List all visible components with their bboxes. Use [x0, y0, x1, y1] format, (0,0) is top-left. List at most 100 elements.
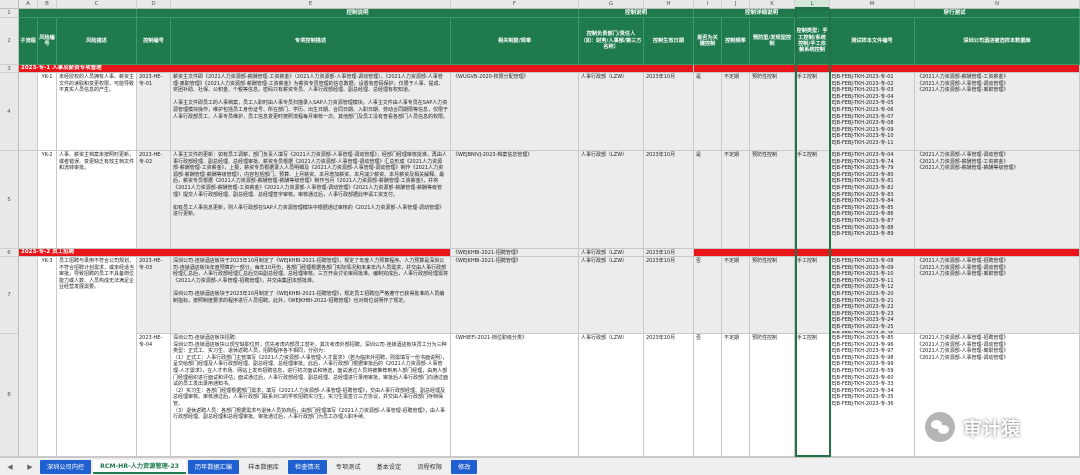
cell-dept[interactable]: 人事行政部（LZW） [579, 151, 644, 249]
cell-dept[interactable]: 人事行政部（LZW） [579, 257, 644, 334]
cell-manual-type[interactable]: 手工控制 [795, 73, 830, 151]
col-control-no[interactable]: 控制编号 [137, 18, 171, 65]
column-header-e[interactable]: E [171, 0, 451, 9]
row-header-3[interactable]: 3 [0, 65, 19, 73]
cell-key-control[interactable]: 是 [694, 151, 722, 249]
cell-manual-type[interactable]: 手工控制 [795, 151, 830, 249]
cell-date[interactable]: 2023年10月 [644, 151, 694, 249]
cell-control-type[interactable]: 预防性控制 [750, 73, 795, 151]
prev-sheet-icon[interactable]: ◀ [7, 463, 12, 471]
cell-risk-desc[interactable]: 人事、薪资主档案未按照时更新，或者错误、变更缺乏有效主档文件和流转审批。 [57, 151, 137, 249]
section-2-dept[interactable]: 人事行政部（LZW） [579, 249, 644, 257]
header-blank-left[interactable] [19, 9, 137, 18]
col-risk-desc[interactable]: 风险描述 [57, 18, 137, 65]
col-sub-process[interactable]: 子流程 [19, 18, 38, 65]
column-header-l[interactable]: L [795, 0, 830, 9]
col-control-type[interactable]: 预防型/发现型控制 [750, 18, 795, 65]
row-header-5[interactable]: 5 [0, 151, 19, 249]
tab-shenzhen-internal-control[interactable]: 深圳公司内控 [40, 459, 92, 474]
row-header-4[interactable]: 4 [0, 73, 19, 151]
cell-test-docs[interactable]: EJB-FEBJ-TKH-2023-专-01 EJB-FEBJ-TKH-2023… [830, 73, 915, 151]
column-header-i[interactable]: I [694, 0, 722, 9]
cell-date[interactable]: 2023年10月 [644, 257, 694, 334]
cell-risk-no[interactable]: YK-3 [38, 257, 57, 457]
tab-modify[interactable]: 修改 [451, 459, 478, 474]
row-header-8[interactable]: 8 [0, 334, 19, 457]
column-header-h[interactable]: H [644, 0, 694, 9]
cell-a5[interactable] [19, 151, 38, 249]
cell-a4[interactable] [19, 73, 38, 151]
col-control-activity[interactable]: 专项控制描述 [171, 18, 451, 65]
cell-control-type[interactable]: 预防性控制 [750, 151, 795, 249]
column-header-d[interactable]: D [137, 0, 171, 9]
column-header-g[interactable]: G [579, 0, 644, 9]
column-header-b[interactable]: B [38, 0, 57, 9]
next-sheet-icon[interactable]: ▶ [27, 463, 32, 471]
column-header-a[interactable]: A [19, 0, 38, 9]
cell-samples[interactable]: 《2021人力资源部-人事管理-调动管理》 《2021人力资源部-薪酬管理-工资… [915, 151, 1080, 249]
column-header-c[interactable]: C [57, 0, 137, 9]
cell-frequency[interactable]: 不定期 [722, 334, 750, 457]
cell-key-control[interactable]: 是 [694, 73, 722, 151]
spreadsheet-grid[interactable]: A B C D E F G H I J K L M N 1 2 3 4 5 6 … [0, 0, 1080, 457]
cell-a7[interactable] [19, 257, 38, 457]
tab-sample-database[interactable]: 样本数据库 [241, 460, 286, 474]
row-header-2[interactable]: 2 [0, 18, 19, 65]
cell-test-docs[interactable]: EJB-FEBJ-TKH-2023-专-85 EJB-FEBJ-TKH-2023… [830, 334, 915, 457]
cell-control-no[interactable]: 2023-HE-专-02 [137, 151, 171, 249]
column-header-n[interactable]: N [915, 0, 1080, 9]
col-key-control[interactable]: 是否为关键控制 [694, 18, 722, 65]
cell-control-activity[interactable]: 薪资主文件即《2021人力资源部-薪酬管理-工资薪金》（2021人力资源部-人事… [171, 73, 451, 151]
column-header-j[interactable]: J [722, 0, 750, 9]
cell-policy[interactable]: 《WEJKHBI-2021-招聘管理》 [451, 257, 579, 334]
section-header-1-fill[interactable] [694, 65, 1080, 73]
col-risk-no[interactable]: 风险编号 [38, 18, 57, 65]
tab-special-test[interactable]: 专项测试 [329, 460, 368, 474]
cell-key-control[interactable]: 否 [694, 334, 722, 457]
header-control-desc[interactable]: 控制说明 [137, 9, 579, 18]
section-header-2-fill[interactable] [694, 249, 1080, 257]
cell-control-activity[interactable]: 深圳公司-连锁酒店板块招聘： 深圳公司-连锁酒店板块以现空缺职位时，优先考虑内部… [171, 334, 451, 457]
cell-frequency[interactable]: 不定期 [722, 257, 750, 334]
section-2-date[interactable]: 2023年10月 [644, 249, 694, 257]
cell-date[interactable]: 2023年10月 [644, 73, 694, 151]
cell-dept[interactable]: 人事行政部（LZW） [579, 73, 644, 151]
col-dept[interactable]: 控制负责部门/责任人（如：财务/人事部/第三方名称） [579, 18, 644, 65]
col-policy[interactable]: 相关制度/规章 [451, 18, 579, 65]
cell-policy[interactable]: 《WUGVB-2020-权限分配管理》 [451, 73, 579, 151]
col-manual-type[interactable]: 控制类型：手工控制/系统控制/手工依赖系统控制 [795, 18, 830, 65]
header-walkthrough[interactable]: 穿行测试 [830, 9, 1080, 18]
cell-samples[interactable]: 《2021人力资源部-人事管理-招聘管理》 《2021人力资源部-人事管理-调动… [915, 257, 1080, 334]
cell-control-type[interactable]: 预防性控制 [750, 334, 795, 457]
section-header-1[interactable]: 2023-专-1 人事及薪资专项管理 [19, 65, 694, 73]
cell-test-docs[interactable]: EJB-FEBJ-TKH-2023-专-04 EJB-FEBJ-TKH-2023… [830, 151, 915, 249]
cell-frequency[interactable]: 不定期 [722, 151, 750, 249]
column-header-k[interactable]: K [750, 0, 795, 9]
cell-test-docs[interactable]: EJB-FEBJ-TKH-2023-专-08 EJB-FEBJ-TKH-2023… [830, 257, 915, 334]
cell-policy[interactable]: 《WEJBNIVJ-2023-档案信息管理》 [451, 151, 579, 249]
cell-control-activity[interactable]: 深圳公司-连锁酒店板块于2023年10月制定了《WEJKHBI-2021-招聘管… [171, 257, 451, 334]
section-2-policy[interactable]: 《WEJKHBI-2021-招聘管理》 [451, 249, 579, 257]
cell-key-control[interactable]: 否 [694, 257, 722, 334]
row-header-7[interactable]: 7 [0, 257, 19, 334]
cell-samples[interactable]: 《2021人力资源部-薪酬管理-工资薪金》 《2021人力资源部-人事管理-调动… [915, 73, 1080, 151]
row-header-1[interactable]: 1 [0, 9, 19, 18]
tab-history-data[interactable]: 历年数据汇编 [187, 459, 240, 474]
section-header-2[interactable]: 2023-专-2 员工招聘 [19, 249, 451, 257]
cell-control-no[interactable]: 2023-HE-专-01 [137, 73, 171, 151]
header-control-desc-2[interactable]: 控制说明 [579, 9, 694, 18]
header-control-detail[interactable]: 控制详细说明 [694, 9, 830, 18]
cell-risk-desc[interactable]: 未经授权的人员拥有人事、薪资主文件的读取和变更权限，可能导致不真实人员信息的产生… [57, 73, 137, 151]
col-date[interactable]: 控制生效日期 [644, 18, 694, 65]
cell-control-type[interactable]: 预防性控制 [750, 257, 795, 334]
cell-control-activity[interactable]: 人事主文件的更新：如有员工调薪，部门负责人填写《2021人力资源部-人事管理-调… [171, 151, 451, 249]
cell-date[interactable]: 2023年10月 [644, 334, 694, 457]
cell-policy[interactable]: 《WHIEFI-2021-岗位职级分类》 [451, 334, 579, 457]
col-frequency[interactable]: 控制频率 [722, 18, 750, 65]
select-all-corner[interactable] [0, 0, 19, 9]
cell-control-no[interactable]: 2023-HE-专-03 [137, 257, 171, 334]
tab-rcm-hr[interactable]: RCM-HR-人力资源管理-23 [93, 459, 186, 474]
tab-inspection[interactable]: 检查情况 [288, 459, 327, 474]
column-header-m[interactable]: M [830, 0, 915, 9]
cell-manual-type[interactable]: 手工控制 [795, 257, 830, 334]
